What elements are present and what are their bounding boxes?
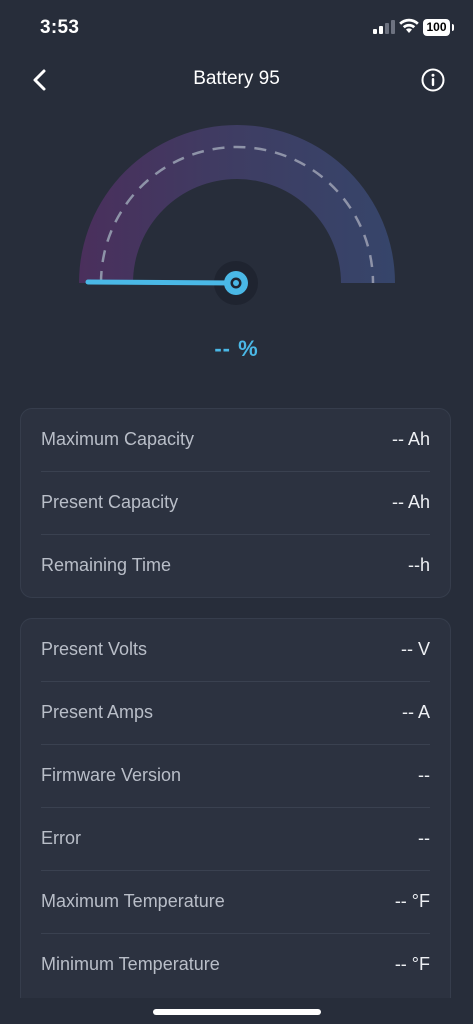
list-item: Error -- (41, 808, 430, 871)
remaining-time-label: Remaining Time (41, 555, 172, 575)
firmware-version-value: -- (418, 765, 430, 785)
minimum-temperature-value: -- °F (394, 954, 430, 974)
list-item: Remaining Time --h (41, 535, 430, 598)
home-indicator[interactable] (153, 1009, 321, 1015)
present-amps-label: Present Amps (41, 702, 154, 722)
present-amps-value: -- A (401, 702, 430, 722)
firmware-version-label: Firmware Version (41, 765, 182, 785)
battery-nub (452, 24, 454, 31)
remaining-time-value: --h (408, 555, 430, 575)
maximum-temperature-label: Maximum Temperature (41, 891, 225, 911)
list-item: Present Volts -- V (41, 619, 430, 682)
details-card: Present Volts -- V Present Amps -- A Fir… (20, 618, 451, 998)
present-capacity-label: Present Capacity (41, 492, 179, 512)
list-item: Maximum Capacity -- Ah (41, 409, 430, 472)
wifi-icon (399, 18, 419, 33)
status-time: 3:53 (40, 17, 80, 38)
gauge-needle (85, 279, 239, 286)
error-label: Error (41, 828, 81, 848)
present-capacity-value: -- Ah (391, 492, 430, 512)
maximum-capacity-label: Maximum Capacity (41, 429, 195, 449)
battery-gauge (79, 125, 395, 305)
nav-header: Battery 95 (0, 58, 473, 104)
list-item: Present Amps -- A (41, 682, 430, 745)
list-item: Present Capacity -- Ah (41, 472, 430, 535)
cellular-signal-icon (373, 20, 395, 34)
minimum-temperature-label: Minimum Temperature (41, 954, 220, 974)
list-item: Maximum Temperature -- °F (41, 871, 430, 934)
battery-status-icon: 100 (423, 19, 455, 36)
present-volts-value: -- V (401, 639, 430, 659)
capacity-card: Maximum Capacity -- Ah Present Capacity … (20, 408, 451, 598)
list-item: Minimum Temperature -- °F (41, 934, 430, 997)
list-item: Firmware Version -- (41, 745, 430, 808)
page-title: Battery 95 (193, 68, 280, 89)
info-button[interactable] (420, 67, 446, 93)
battery-level-text: 100 (423, 19, 450, 36)
maximum-temperature-value: -- °F (394, 891, 430, 911)
present-volts-label: Present Volts (41, 639, 148, 659)
maximum-capacity-value: -- Ah (391, 429, 430, 449)
error-value: -- (418, 828, 430, 848)
status-bar: 3:53 100 (0, 0, 473, 56)
charge-percentage-readout: -- % (214, 336, 259, 361)
